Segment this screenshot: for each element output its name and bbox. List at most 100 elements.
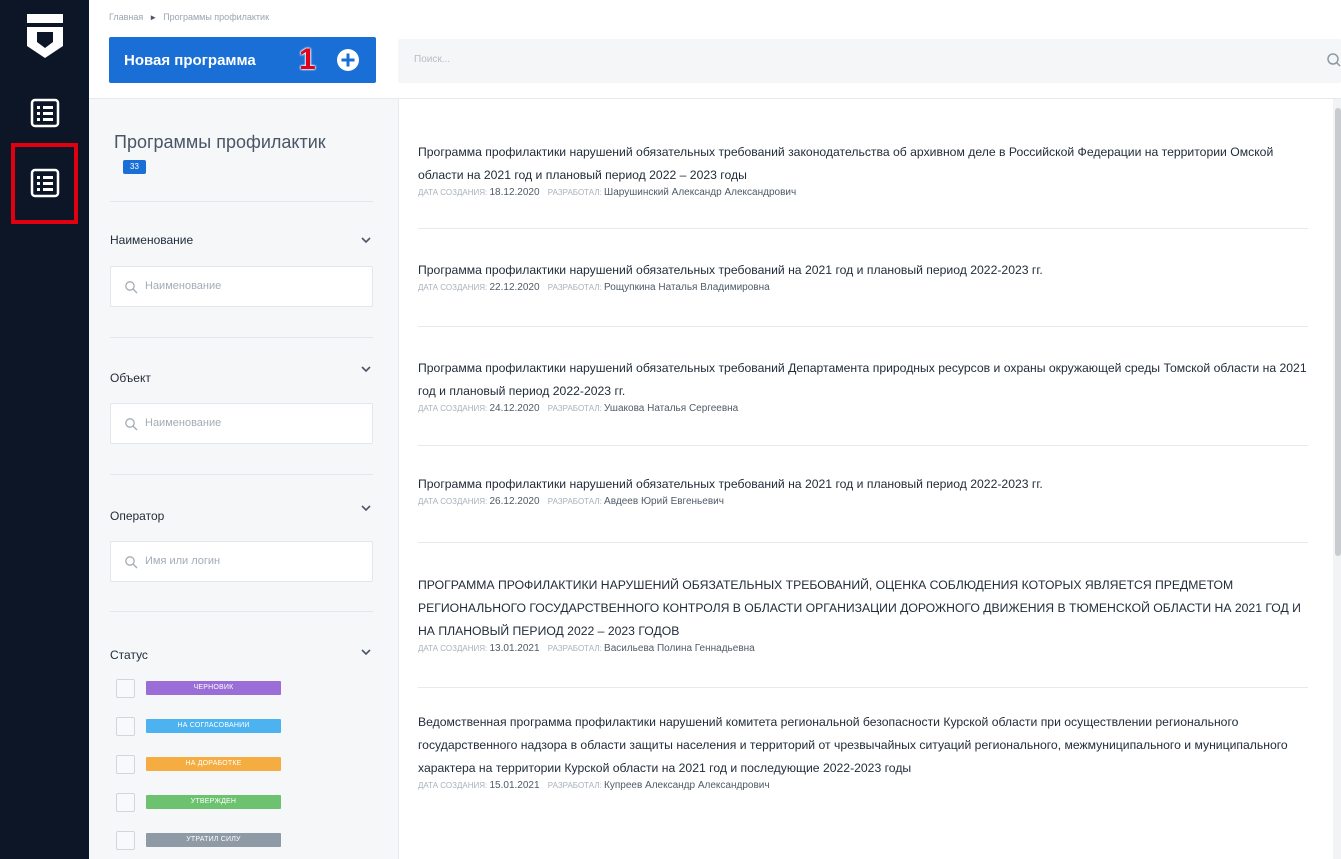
- list-divider: [418, 445, 1308, 446]
- list-divider: [418, 228, 1308, 229]
- chevron-down-icon[interactable]: [361, 648, 371, 656]
- created-label: ДАТА СОЗДАНИЯ:: [418, 404, 488, 413]
- author-label: РАЗРАБОТАЛ:: [547, 188, 602, 197]
- filter-divider: [110, 474, 373, 475]
- author-label: РАЗРАБОТАЛ:: [547, 497, 602, 506]
- status-option-approved[interactable]: УТВЕРЖДЕН: [116, 792, 306, 814]
- operator-filter-placeholder: Имя или логин: [145, 555, 221, 567]
- program-meta: ДАТА СОЗДАНИЯ: 22.12.2020 РАЗРАБОТАЛ: Ро…: [418, 282, 1308, 293]
- filter-panel: Программы профилактик 33 Наименование На…: [89, 99, 399, 859]
- filter-panel-title: Программы профилактик: [114, 132, 326, 152]
- author-name: Васильева Полина Геннадьевна: [604, 643, 755, 654]
- object-filter-placeholder: Наименование: [145, 417, 222, 429]
- status-badge-approved: УТВЕРЖДЕН: [146, 795, 281, 809]
- operator-filter-input[interactable]: Имя или логин: [110, 541, 373, 582]
- program-meta: ДАТА СОЗДАНИЯ: 18.12.2020 РАЗРАБОТАЛ: Ша…: [418, 187, 1308, 198]
- author-label: РАЗРАБОТАЛ:: [547, 283, 602, 292]
- created-date: 18.12.2020: [489, 187, 540, 198]
- list-icon: [30, 98, 60, 128]
- author-name: Рощупкина Наталья Владимировна: [604, 282, 770, 293]
- search-icon: [125, 281, 138, 294]
- program-meta: ДАТА СОЗДАНИЯ: 24.12.2020 РАЗРАБОТАЛ: Уш…: [418, 403, 1308, 414]
- author-name: Авдеев Юрий Евгеньевич: [604, 496, 724, 507]
- status-checkbox[interactable]: [116, 793, 135, 812]
- filter-operator-label[interactable]: Оператор: [110, 509, 164, 523]
- search-input[interactable]: Поиск...: [398, 39, 1341, 83]
- list-icon: [30, 168, 60, 198]
- list-divider: [418, 542, 1308, 543]
- program-list-item[interactable]: Программа профилактики нарушений обязате…: [418, 259, 1308, 293]
- chevron-down-icon[interactable]: [361, 365, 371, 373]
- program-title[interactable]: Программа профилактики нарушений обязате…: [418, 259, 1308, 282]
- created-label: ДАТА СОЗДАНИЯ:: [418, 644, 488, 653]
- logo-shield-icon[interactable]: [25, 12, 65, 66]
- status-badge-expired: УТРАТИЛ СИЛУ: [146, 833, 281, 847]
- status-checkbox[interactable]: [116, 755, 135, 774]
- search-icon[interactable]: [1325, 52, 1341, 70]
- program-title[interactable]: ПРОГРАММА ПРОФИЛАКТИКИ НАРУШЕНИЙ ОБЯЗАТЕ…: [418, 574, 1308, 643]
- status-checkbox[interactable]: [116, 831, 135, 850]
- status-badge-approval: НА СОГЛАСОВАНИИ: [146, 719, 281, 733]
- program-title[interactable]: Ведомственная программа профилактики нар…: [418, 711, 1308, 780]
- object-filter-input[interactable]: Наименование: [110, 403, 373, 444]
- program-meta: ДАТА СОЗДАНИЯ: 15.01.2021 РАЗРАБОТАЛ: Ку…: [418, 780, 1308, 791]
- chevron-down-icon[interactable]: [361, 504, 371, 512]
- annotation-number: 1: [299, 43, 316, 76]
- breadcrumb: Главная ► Программы профилактик: [109, 12, 269, 22]
- filter-name-label[interactable]: Наименование: [110, 233, 193, 247]
- name-filter-input[interactable]: Наименование: [110, 266, 373, 307]
- created-date: 22.12.2020: [489, 282, 540, 293]
- new-program-button[interactable]: Новая программа 1: [109, 37, 376, 83]
- status-badge-draft: ЧЕРНОВИК: [146, 681, 281, 695]
- program-title[interactable]: Программа профилактики нарушений обязате…: [418, 357, 1308, 403]
- author-label: РАЗРАБОТАЛ:: [547, 644, 602, 653]
- status-option-draft[interactable]: ЧЕРНОВИК: [116, 678, 306, 700]
- program-meta: ДАТА СОЗДАНИЯ: 26.12.2020 РАЗРАБОТАЛ: Ав…: [418, 496, 1308, 507]
- list-divider: [418, 687, 1308, 688]
- search-icon: [125, 418, 138, 431]
- created-date: 26.12.2020: [489, 496, 540, 507]
- program-meta: ДАТА СОЗДАНИЯ: 13.01.2021 РАЗРАБОТАЛ: Ва…: [418, 643, 1308, 654]
- app-sidebar: [0, 0, 89, 859]
- created-label: ДАТА СОЗДАНИЯ:: [418, 188, 488, 197]
- author-name: Ушакова Наталья Сергеевна: [604, 403, 739, 414]
- filter-object-label[interactable]: Объект: [110, 371, 151, 385]
- created-label: ДАТА СОЗДАНИЯ:: [418, 497, 488, 506]
- program-list-item[interactable]: Программа профилактики нарушений обязате…: [418, 141, 1308, 198]
- status-option-expired[interactable]: УТРАТИЛ СИЛУ: [116, 830, 306, 852]
- program-title[interactable]: Программа профилактики нарушений обязате…: [418, 473, 1308, 496]
- author-label: РАЗРАБОТАЛ:: [547, 781, 602, 790]
- new-program-label: Новая программа: [124, 51, 256, 69]
- name-filter-placeholder: Наименование: [145, 280, 222, 292]
- status-option-approval[interactable]: НА СОГЛАСОВАНИИ: [116, 716, 306, 738]
- status-badge-revision: НА ДОРАБОТКЕ: [146, 757, 281, 771]
- filter-divider: [110, 337, 373, 338]
- list-scrollbar-thumb[interactable]: [1335, 108, 1341, 556]
- status-checkbox[interactable]: [116, 679, 135, 698]
- breadcrumb-current: Программы профилактик: [163, 12, 270, 22]
- filter-status-label[interactable]: Статус: [110, 648, 148, 662]
- sidebar-item-programs[interactable]: [28, 166, 62, 200]
- program-title[interactable]: Программа профилактики нарушений обязате…: [418, 141, 1308, 187]
- breadcrumb-separator-icon: ►: [149, 13, 158, 22]
- plus-circle-icon: [337, 49, 359, 71]
- sidebar-item-list[interactable]: [28, 96, 62, 130]
- created-label: ДАТА СОЗДАНИЯ:: [418, 283, 488, 292]
- chevron-down-icon[interactable]: [361, 236, 371, 244]
- program-list-item[interactable]: ПРОГРАММА ПРОФИЛАКТИКИ НАРУШЕНИЙ ОБЯЗАТЕ…: [418, 574, 1308, 654]
- breadcrumb-home[interactable]: Главная: [109, 12, 143, 22]
- filter-divider: [110, 201, 373, 202]
- status-option-revision[interactable]: НА ДОРАБОТКЕ: [116, 754, 306, 776]
- program-list-item[interactable]: Программа профилактики нарушений обязате…: [418, 473, 1308, 507]
- created-date: 13.01.2021: [489, 643, 540, 654]
- program-list-item[interactable]: Ведомственная программа профилактики нар…: [418, 711, 1308, 791]
- created-label: ДАТА СОЗДАНИЯ:: [418, 781, 488, 790]
- author-name: Купреев Александр Александрович: [604, 780, 770, 791]
- search-icon: [125, 556, 138, 569]
- filter-divider: [110, 611, 373, 612]
- list-divider: [418, 326, 1308, 327]
- status-checkbox[interactable]: [116, 717, 135, 736]
- author-name: Шарушинский Александр Александрович: [604, 187, 797, 198]
- program-list-item[interactable]: Программа профилактики нарушений обязате…: [418, 357, 1308, 414]
- created-date: 15.01.2021: [489, 780, 540, 791]
